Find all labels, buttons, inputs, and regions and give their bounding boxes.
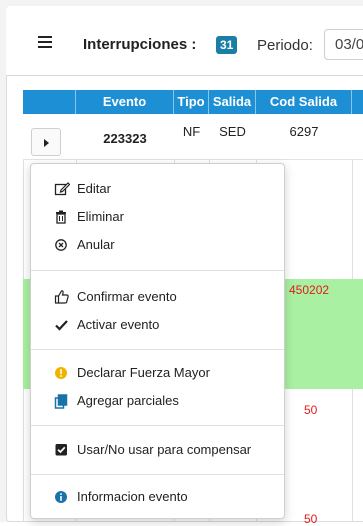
page-title: Interrupciones :: [83, 36, 197, 53]
close-circle-icon: [55, 239, 67, 251]
header-expander: [23, 90, 76, 114]
header-salida[interactable]: Salida: [209, 90, 256, 114]
header-tipo[interactable]: Tipo: [174, 90, 209, 114]
menu-item-label: Usar/No usar para compensar: [77, 442, 252, 457]
menu-divider: [31, 270, 284, 271]
menu-item-label: Informacion evento: [77, 489, 188, 504]
menu-item-label: Eliminar: [77, 209, 124, 224]
cell-salida: SED: [219, 124, 246, 139]
periodo-input[interactable]: 03/0: [324, 29, 363, 60]
header-cod-salida[interactable]: Cod Salida: [256, 90, 352, 114]
cell-cod-salida: 50: [304, 403, 318, 417]
periodo-label: Periodo:: [257, 37, 313, 54]
trash-icon: [56, 210, 66, 224]
table-header: Evento Tipo Salida Cod Salida: [23, 90, 363, 114]
checkbox-icon: [55, 444, 67, 456]
header-extra: [352, 90, 363, 114]
menu-item-label: Anular: [77, 237, 115, 252]
menu-divider: [31, 474, 284, 475]
menu-item-label: Activar evento: [77, 317, 160, 332]
cell-cod-salida: 450202: [289, 283, 330, 297]
edit-icon: [54, 182, 70, 196]
check-icon: [55, 320, 68, 331]
cell-evento: 223323: [103, 131, 147, 146]
menu-item-label: Agregar parciales: [77, 393, 179, 408]
expand-row-button[interactable]: [31, 128, 61, 156]
thumbs-up-icon: [54, 290, 69, 304]
count-badge: 31: [216, 36, 238, 54]
warning-circle-icon: [55, 367, 67, 379]
menu-item-label: Editar: [77, 181, 111, 196]
cell-cod-salida: 50: [304, 512, 318, 526]
copy-icon: [54, 394, 68, 409]
menu-item-label: Confirmar evento: [77, 289, 177, 304]
cell-tipo: NF: [182, 124, 201, 139]
info-circle-icon: [55, 491, 67, 503]
cell-cod-salida: 6297: [289, 124, 319, 139]
row-actions-menu: Editar Eliminar Anular Confirmar evento: [30, 163, 285, 519]
menu-divider: [31, 349, 284, 350]
menu-icon[interactable]: [38, 36, 52, 49]
menu-divider: [31, 425, 284, 426]
header-evento[interactable]: Evento: [76, 90, 174, 114]
caret-right-icon: [44, 139, 49, 147]
menu-item-label: Declarar Fuerza Mayor: [77, 365, 210, 380]
